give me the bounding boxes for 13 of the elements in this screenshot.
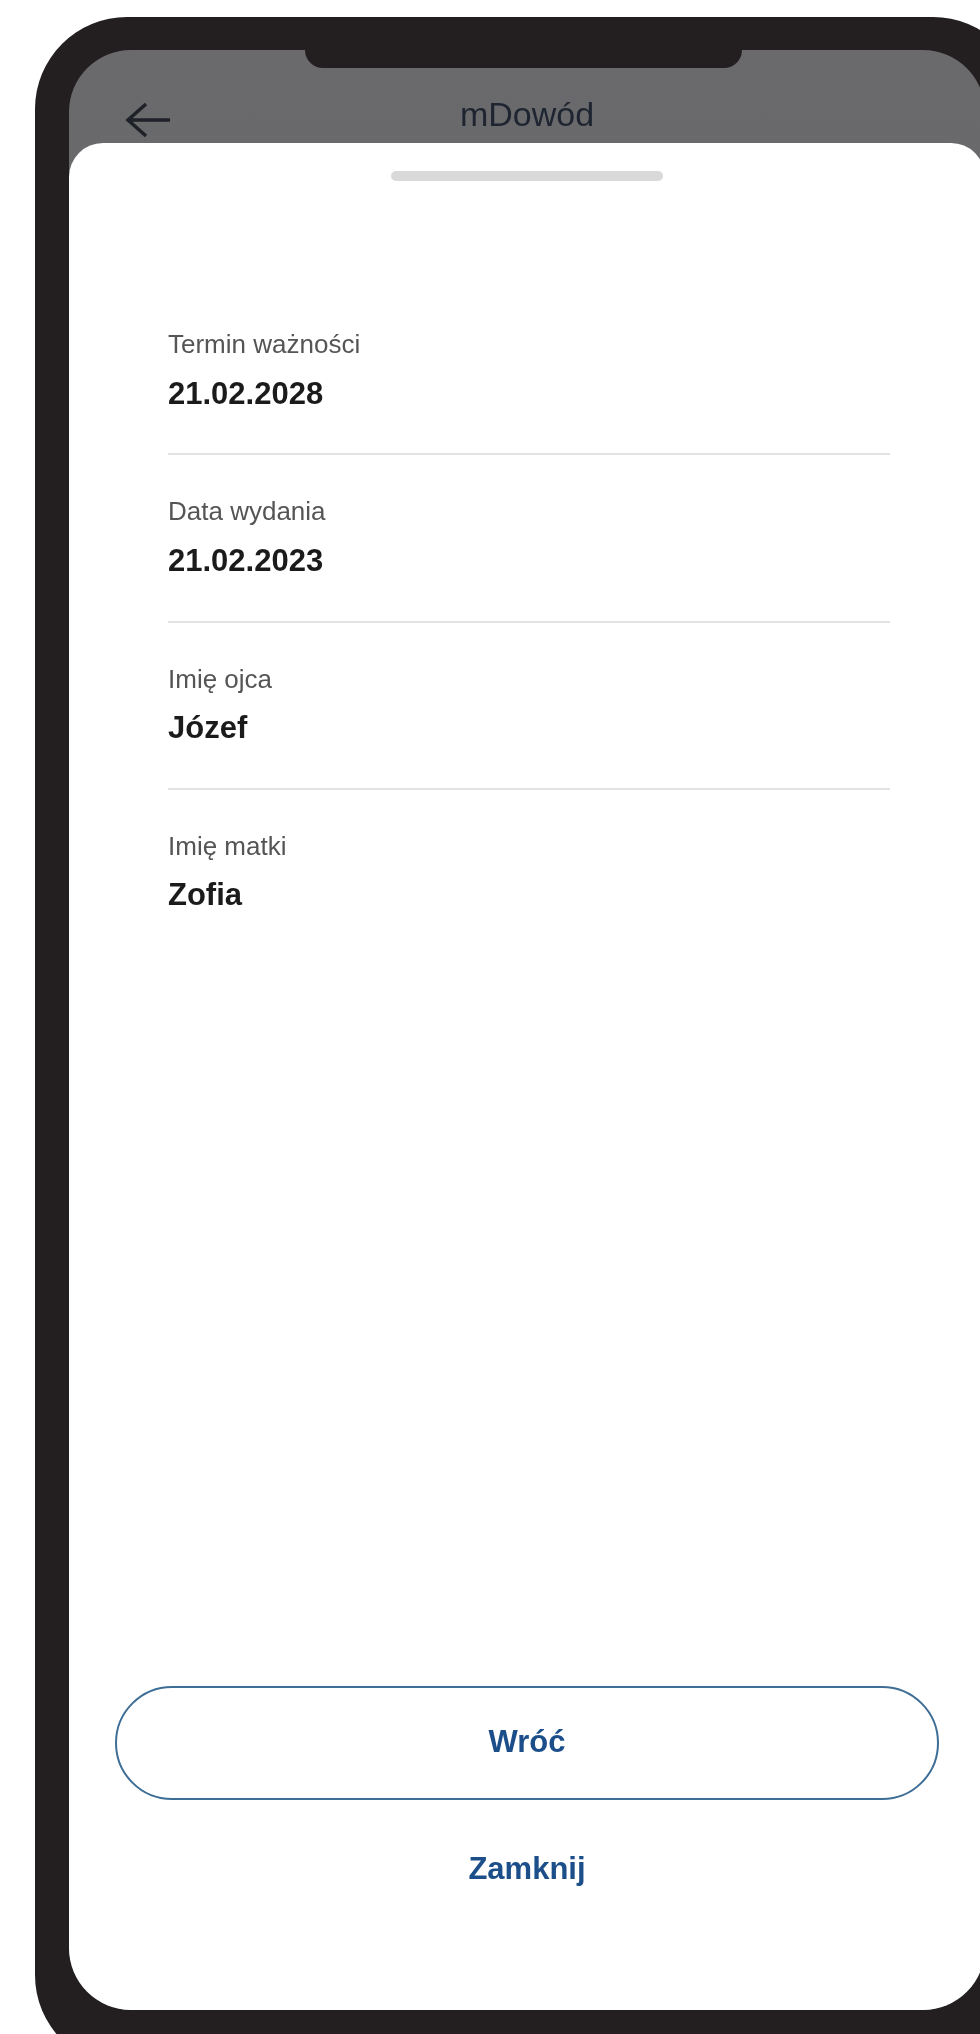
field-value: Zofia xyxy=(168,876,244,915)
back-button[interactable]: Wróć xyxy=(115,1685,939,1800)
field-label: Imię ojca xyxy=(168,662,274,695)
close-button[interactable]: Zamknij xyxy=(452,1837,602,1900)
field-label: Imię matki xyxy=(168,829,288,863)
field-label: Data wydania xyxy=(168,495,327,528)
field-value: Józef xyxy=(168,709,249,747)
field-label: Termin ważności xyxy=(168,328,362,361)
back-arrow-icon[interactable] xyxy=(124,100,172,140)
drag-handle[interactable] xyxy=(391,171,663,181)
field-value: 21.02.2023 xyxy=(168,541,325,580)
screen-title: mDowód xyxy=(459,96,595,131)
field-value: 21.02.2028 xyxy=(168,374,325,413)
